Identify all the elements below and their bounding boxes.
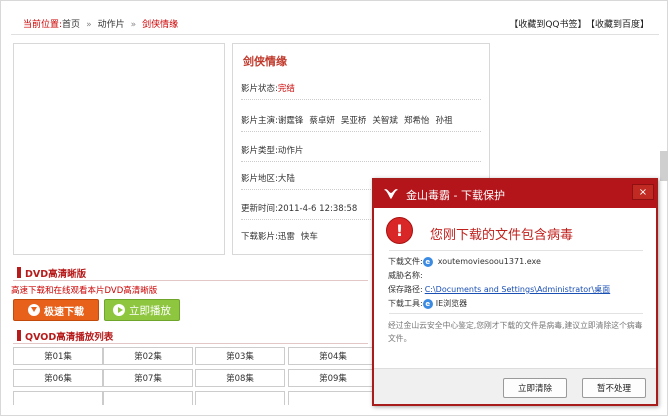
breadcrumb-home[interactable]: 首页 (62, 20, 80, 30)
section-marker (17, 330, 21, 341)
cast-member-link[interactable]: 郑希怡 (404, 116, 430, 126)
dvd-section-title: DVD高清晰版 (25, 269, 87, 280)
updated-label: 更新时间: (241, 204, 278, 214)
download-file-field: 下载文件: e xoutemoviesoou1371.exe (388, 256, 541, 267)
path-label: 保存路径: (388, 285, 423, 294)
episode-link[interactable]: 第03集 (195, 347, 285, 365)
clear-now-button[interactable]: 立即清除 (503, 378, 567, 398)
ie-browser-icon: e (422, 298, 433, 309)
breadcrumb: 当前位置:首页 » 动作片 » 剑侠情缘 (23, 17, 178, 30)
cast-member-link[interactable]: 吴亚桥 (341, 116, 367, 126)
episode-row-partial (288, 391, 378, 405)
kingsoft-logo-icon (384, 189, 398, 199)
breadcrumb-category[interactable]: 动作片 (98, 20, 125, 30)
info-row-type: 影片类型:动作片 (241, 136, 481, 162)
play-now-button[interactable]: 立即播放 (104, 299, 180, 321)
tool-label: 下载工具: (388, 299, 423, 308)
download-protection-dialog: 金山毒霸 - 下载保护 × ! 您刚下载的文件包含病毒 下载文件: e xout… (372, 178, 658, 406)
cast-member-link[interactable]: 关智斌 (372, 116, 398, 126)
movie-poster (13, 43, 225, 255)
type-value[interactable]: 动作片 (278, 146, 304, 156)
dvd-subtitle: 高速下载和在线观看本片DVD高清晰版 (11, 286, 158, 296)
episode-link[interactable]: 第01集 (13, 347, 103, 365)
threat-name-field: 威胁名称: (388, 270, 423, 281)
file-value: xoutemoviesoou1371.exe (437, 257, 541, 266)
download-arrow-icon (28, 304, 40, 316)
breadcrumb-bar: 当前位置:首页 » 动作片 » 剑侠情缘 【收藏到QQ书签】 【收藏到百度】 (11, 11, 659, 35)
save-path-field: 保存路径: C:\Documents and Settings\Administ… (388, 284, 610, 295)
bookmark-qq-link[interactable]: 【收藏到QQ书签】 (509, 20, 586, 30)
close-icon[interactable]: × (632, 184, 654, 200)
qvod-section-title: QVOD高清播放列表 (25, 332, 114, 343)
virus-warning-heading: 您刚下载的文件包含病毒 (430, 228, 574, 243)
tool-value: IE浏览器 (435, 299, 468, 308)
region-value: 大陆 (277, 174, 295, 184)
type-label: 影片类型: (241, 146, 278, 156)
play-icon (113, 304, 125, 316)
fast-download-button[interactable]: 极速下载 (13, 299, 99, 321)
section-marker (17, 267, 21, 278)
dialog-note: 经过金山云安全中心鉴定,您刚才下载的文件是病毒,建议立即清除这个病毒文件。 (388, 321, 643, 343)
save-path-link[interactable]: C:\Documents and Settings\Administrator\… (425, 284, 610, 295)
download-tool-field: 下载工具: e IE浏览器 (388, 298, 467, 309)
divider (389, 313, 643, 314)
breadcrumb-current: 剑侠情缘 (142, 20, 179, 30)
dvd-section-header: DVD高清晰版 (13, 263, 368, 281)
episode-link[interactable]: 第02集 (103, 347, 193, 365)
dialog-titlebar[interactable]: 金山毒霸 - 下载保护 × (374, 180, 656, 208)
episode-link[interactable]: 第06集 (13, 369, 103, 387)
download-flashget-link[interactable]: 快车 (301, 232, 318, 242)
qvod-section-header: QVOD高清播放列表 (13, 326, 368, 344)
cast-member-link[interactable]: 孙祖 (435, 116, 452, 126)
cast-member-link[interactable]: 谢霆锋 (278, 116, 304, 126)
divider (389, 250, 643, 251)
region-label: 影片地区: (241, 174, 278, 184)
play-now-label: 立即播放 (129, 304, 171, 317)
bookmark-baidu-link[interactable]: 【收藏到百度】 (590, 20, 649, 30)
breadcrumb-label: 当前位置: (23, 20, 63, 30)
updated-value: 2011-4-6 12:38:58 (277, 204, 358, 214)
file-label: 下载文件: (388, 257, 423, 266)
episode-row-partial (195, 391, 285, 405)
episode-row-partial (103, 391, 193, 405)
scrollbar-thumb[interactable] (660, 151, 668, 181)
info-row-status: 影片状态:完结 (241, 74, 481, 100)
episode-link[interactable]: 第08集 (195, 369, 285, 387)
dialog-title: 金山毒霸 - 下载保护 (406, 189, 505, 202)
episode-row-partial (13, 391, 103, 405)
ignore-button[interactable]: 暂不处理 (582, 378, 646, 398)
threat-label: 威胁名称: (388, 271, 423, 280)
ie-icon: e (422, 256, 433, 267)
episode-link[interactable]: 第07集 (103, 369, 193, 387)
breadcrumb-separator: » (86, 20, 92, 30)
fast-download-label: 极速下载 (44, 306, 84, 318)
status-label: 影片状态: (241, 84, 278, 94)
status-value: 完结 (277, 84, 295, 94)
cast-label: 影片主演: (241, 116, 278, 126)
warning-icon: ! (386, 217, 413, 244)
info-row-cast: 影片主演:谢霆锋 蔡卓妍 吴亚桥 关智斌 郑希怡 孙祖 (241, 106, 481, 132)
episode-link[interactable]: 第09集 (288, 369, 378, 387)
episode-link[interactable]: 第04集 (288, 347, 378, 365)
cast-member-link[interactable]: 蔡卓妍 (309, 116, 335, 126)
breadcrumb-separator: » (130, 20, 137, 30)
favorite-links: 【收藏到QQ书签】 【收藏到百度】 (505, 17, 649, 30)
movie-title: 剑侠情缘 (243, 55, 287, 68)
download-label: 下载影片: (241, 232, 278, 242)
download-xunlei-link[interactable]: 迅雷 (278, 232, 295, 242)
